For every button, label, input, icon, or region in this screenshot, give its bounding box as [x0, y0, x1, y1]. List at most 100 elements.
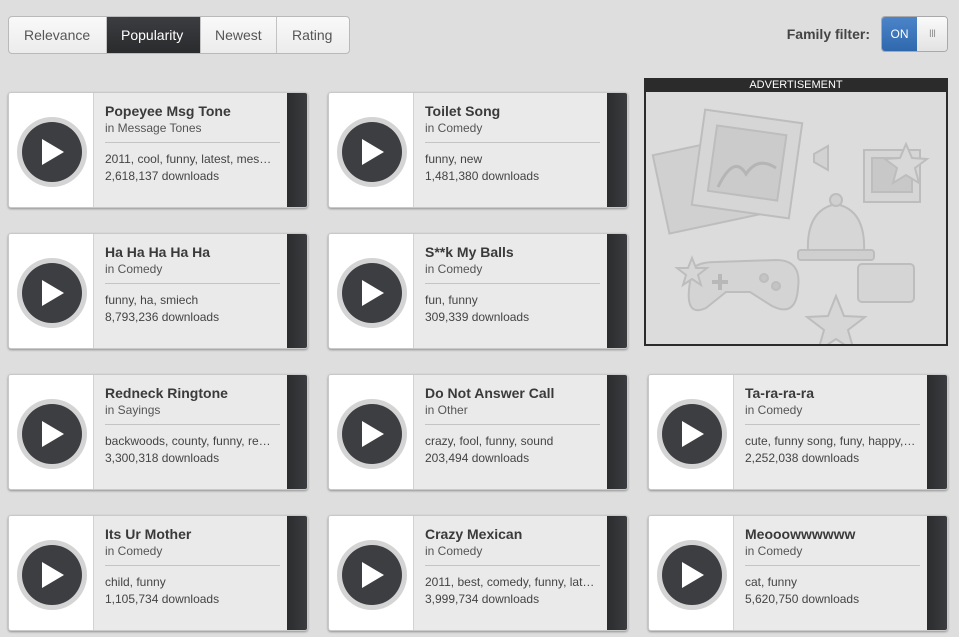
card-play-area: [9, 516, 94, 630]
play-icon: [662, 404, 722, 464]
card-downloads: 5,620,750 downloads: [745, 592, 860, 606]
card-downloads: 203,494 downloads: [425, 451, 530, 465]
card-play-area: [9, 234, 94, 348]
card-body: Ta-ra-ra-ra in Comedy cute, funny song, …: [745, 384, 920, 467]
card-downloads: 309,339 downloads: [425, 310, 530, 324]
card-play-area: [329, 234, 414, 348]
play-button[interactable]: [17, 540, 87, 610]
card-tags: funny, ha, smiech: [105, 293, 199, 307]
card-category[interactable]: in Comedy: [105, 261, 280, 284]
play-button[interactable]: [17, 258, 87, 328]
card-title[interactable]: Ta-ra-ra-ra: [745, 384, 920, 402]
card-body: Its Ur Mother in Comedy child, funny 1,1…: [105, 525, 280, 608]
card-title[interactable]: Popeyee Msg Tone: [105, 102, 280, 120]
card-title[interactable]: Its Ur Mother: [105, 525, 280, 543]
ringtone-card[interactable]: Redneck Ringtone in Sayings backwoods, c…: [8, 374, 308, 490]
card-action-bar[interactable]: [607, 375, 627, 489]
play-button[interactable]: [657, 540, 727, 610]
play-icon: [22, 404, 82, 464]
card-action-bar[interactable]: [287, 93, 307, 207]
advertisement[interactable]: ADVERTISEMENT: [644, 78, 948, 354]
card-title[interactable]: S**k My Balls: [425, 243, 600, 261]
ringtone-card[interactable]: Ha Ha Ha Ha Ha in Comedy funny, ha, smie…: [8, 233, 308, 349]
card-tags: crazy, fool, funny, sound: [425, 434, 554, 448]
card-play-area: [649, 516, 734, 630]
card-action-bar[interactable]: [607, 516, 627, 630]
ringtone-card[interactable]: Ta-ra-ra-ra in Comedy cute, funny song, …: [648, 374, 948, 490]
ad-placeholder-icons: [651, 108, 930, 354]
card-action-bar[interactable]: [287, 234, 307, 348]
card-play-area: [9, 375, 94, 489]
play-icon: [342, 263, 402, 323]
card-body: Crazy Mexican in Comedy 2011, best, come…: [425, 525, 600, 608]
play-icon: [342, 545, 402, 605]
family-filter: Family filter: ON III: [787, 16, 948, 52]
card-title[interactable]: Ha Ha Ha Ha Ha: [105, 243, 280, 261]
ringtone-card[interactable]: Popeyee Msg Tone in Message Tones 2011, …: [8, 92, 308, 208]
card-action-bar[interactable]: [607, 93, 627, 207]
card-title[interactable]: Meooowwwwww: [745, 525, 920, 543]
card-title[interactable]: Redneck Ringtone: [105, 384, 280, 402]
play-button[interactable]: [657, 399, 727, 469]
card-tags: 2011, cool, funny, latest, mes…: [105, 152, 272, 166]
card-category[interactable]: in Message Tones: [105, 120, 280, 143]
ringtone-card[interactable]: Toilet Song in Comedy funny, new 1,481,3…: [328, 92, 628, 208]
ringtone-card[interactable]: Meooowwwwww in Comedy cat, funny 5,620,7…: [648, 515, 948, 631]
card-tags: funny, new: [425, 152, 483, 166]
play-button[interactable]: [337, 399, 407, 469]
ringtone-card[interactable]: S**k My Balls in Comedy fun, funny 309,3…: [328, 233, 628, 349]
card-tags: backwoods, county, funny, re…: [105, 434, 271, 448]
play-icon: [22, 545, 82, 605]
card-action-bar[interactable]: [927, 375, 947, 489]
card-tags: 2011, best, comedy, funny, lat…: [425, 575, 595, 589]
card-play-area: [329, 375, 414, 489]
play-button[interactable]: [337, 258, 407, 328]
play-button[interactable]: [337, 117, 407, 187]
sort-tab-relevance[interactable]: Relevance: [9, 17, 107, 53]
card-body: Toilet Song in Comedy funny, new 1,481,3…: [425, 102, 600, 185]
ringtone-card[interactable]: Do Not Answer Call in Other crazy, fool,…: [328, 374, 628, 490]
card-play-area: [9, 93, 94, 207]
card-title[interactable]: Do Not Answer Call: [425, 384, 600, 402]
card-downloads: 1,105,734 downloads: [105, 592, 220, 606]
card-action-bar[interactable]: [607, 234, 627, 348]
card-tags: child, funny: [105, 575, 166, 589]
card-title[interactable]: Toilet Song: [425, 102, 600, 120]
card-category[interactable]: in Comedy: [425, 543, 600, 566]
card-action-bar[interactable]: [287, 516, 307, 630]
card-category[interactable]: in Comedy: [425, 120, 600, 143]
sort-tab-popularity[interactable]: Popularity: [107, 17, 201, 53]
toggle-on-label: ON: [882, 17, 917, 51]
card-downloads: 2,618,137 downloads: [105, 169, 220, 183]
card-category[interactable]: in Comedy: [105, 543, 280, 566]
advertisement-image: [646, 92, 946, 354]
card-action-bar[interactable]: [287, 375, 307, 489]
play-button[interactable]: [17, 117, 87, 187]
ringtone-card[interactable]: Its Ur Mother in Comedy child, funny 1,1…: [8, 515, 308, 631]
toggle-knob[interactable]: III: [917, 17, 947, 51]
play-icon: [22, 263, 82, 323]
play-button[interactable]: [337, 540, 407, 610]
ringtone-card[interactable]: Crazy Mexican in Comedy 2011, best, come…: [328, 515, 628, 631]
sort-tab-rating[interactable]: Rating: [277, 17, 349, 53]
play-icon: [342, 404, 402, 464]
play-icon: [662, 545, 722, 605]
card-category[interactable]: in Comedy: [745, 402, 920, 425]
play-button[interactable]: [17, 399, 87, 469]
family-filter-label: Family filter:: [786, 26, 870, 42]
card-category[interactable]: in Comedy: [425, 261, 600, 284]
card-body: Meooowwwwww in Comedy cat, funny 5,620,7…: [745, 525, 920, 608]
card-play-area: [649, 375, 734, 489]
family-filter-toggle[interactable]: ON III: [881, 16, 948, 52]
card-body: Redneck Ringtone in Sayings backwoods, c…: [105, 384, 280, 467]
card-category[interactable]: in Other: [425, 402, 600, 425]
card-category[interactable]: in Comedy: [745, 543, 920, 566]
card-category[interactable]: in Sayings: [105, 402, 280, 425]
card-downloads: 1,481,380 downloads: [425, 169, 540, 183]
card-body: Do Not Answer Call in Other crazy, fool,…: [425, 384, 600, 467]
card-title[interactable]: Crazy Mexican: [425, 525, 600, 543]
card-downloads: 2,252,038 downloads: [745, 451, 860, 465]
sort-tab-newest[interactable]: Newest: [201, 17, 277, 53]
card-body: Ha Ha Ha Ha Ha in Comedy funny, ha, smie…: [105, 243, 280, 326]
card-action-bar[interactable]: [927, 516, 947, 630]
